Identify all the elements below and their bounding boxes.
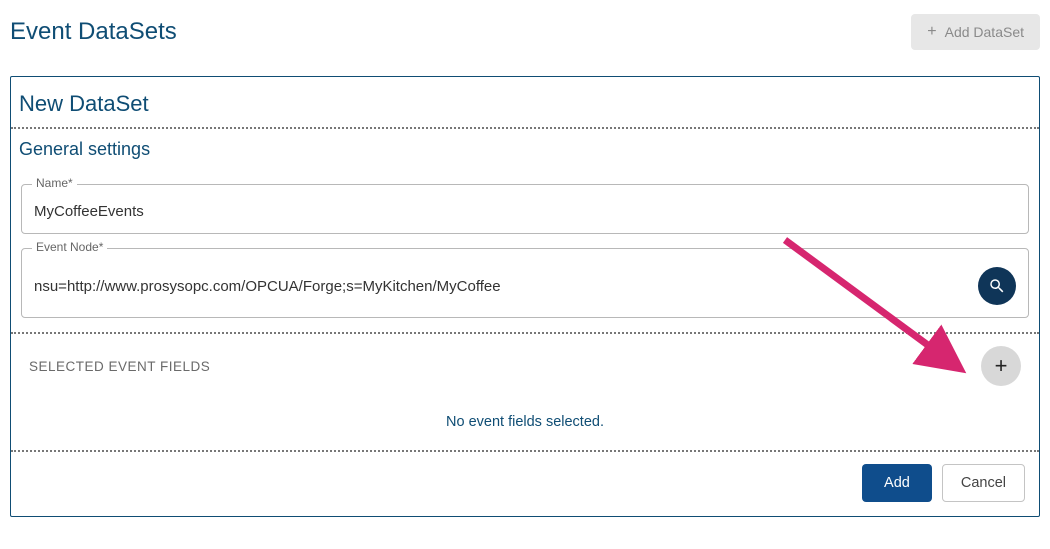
browse-node-button[interactable]: [978, 267, 1016, 305]
add-button[interactable]: Add: [862, 464, 932, 502]
search-icon: [988, 277, 1006, 295]
new-dataset-card: New DataSet General settings Name* Event…: [10, 76, 1040, 517]
plus-icon: +: [995, 353, 1008, 379]
event-node-field-wrap: Event Node*: [21, 248, 1029, 318]
event-node-field-label: Event Node*: [32, 240, 107, 254]
add-event-field-button[interactable]: +: [981, 346, 1021, 386]
event-node-field[interactable]: [34, 278, 968, 295]
add-dataset-button[interactable]: + Add DataSet: [911, 14, 1040, 50]
cancel-button[interactable]: Cancel: [942, 464, 1025, 502]
no-event-fields-message: No event fields selected.: [11, 398, 1039, 450]
card-footer: Add Cancel: [11, 452, 1039, 516]
name-field-label: Name*: [32, 176, 77, 190]
general-settings-heading: General settings: [11, 129, 1039, 164]
plus-icon: +: [927, 24, 936, 40]
name-field[interactable]: [34, 203, 1016, 220]
add-dataset-button-label: Add DataSet: [945, 24, 1024, 40]
selected-event-fields-header: SELECTED EVENT FIELDS +: [11, 334, 1039, 398]
card-title: New DataSet: [11, 77, 1039, 127]
page-header: Event DataSets + Add DataSet: [0, 0, 1050, 66]
general-settings-fields: Name* Event Node*: [11, 164, 1039, 332]
page-title: Event DataSets: [10, 18, 177, 46]
selected-event-fields-label: SELECTED EVENT FIELDS: [29, 359, 210, 374]
name-field-wrap: Name*: [21, 184, 1029, 234]
